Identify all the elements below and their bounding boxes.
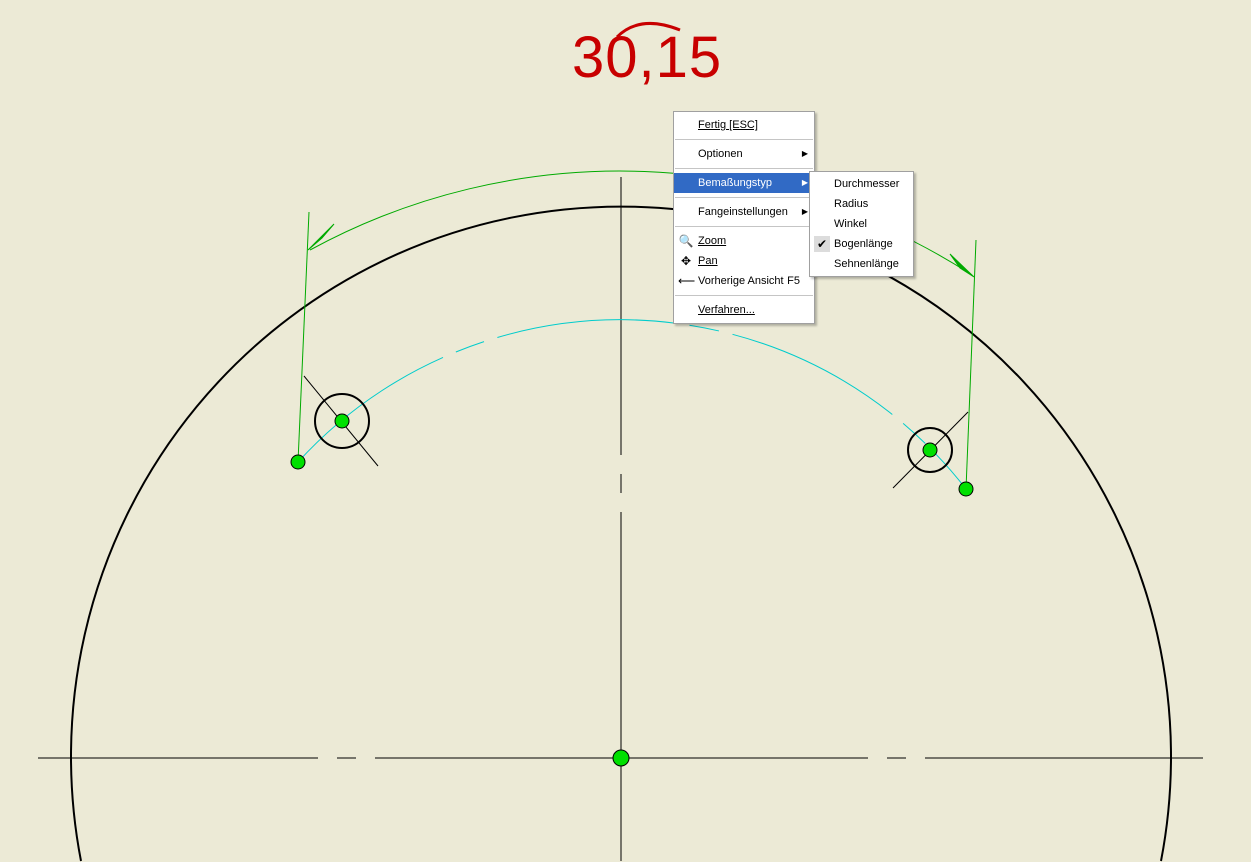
menu-item-fangeinstellungen[interactable]: Fangeinstellungen ▶ <box>674 202 814 222</box>
menu-item-label: Verfahren... <box>698 304 755 316</box>
submenu-arrow-icon: ▶ <box>801 149 808 158</box>
menu-item-label: Fangeinstellungen <box>698 206 788 218</box>
menu-separator <box>675 226 813 227</box>
menu-item-label: Bemaßungstyp <box>698 177 772 189</box>
menu-item-label: Bogenlänge <box>834 238 893 250</box>
menu-item-zoom[interactable]: 🔍 Zoom <box>674 231 814 251</box>
checkmark-icon: ✔ <box>814 236 830 252</box>
menu-item-verfahren[interactable]: Verfahren... <box>674 300 814 320</box>
submenu-item-winkel[interactable]: Winkel <box>810 214 913 234</box>
menu-item-pan[interactable]: ✥ Pan <box>674 251 814 271</box>
menu-item-label: Radius <box>834 198 869 210</box>
menu-separator <box>675 168 813 169</box>
dimension-arrow-left <box>307 223 335 251</box>
menu-item-label: Zoom <box>698 235 727 247</box>
sketch-point <box>334 413 350 429</box>
submenu-item-bogenlaenge[interactable]: ✔ Bogenlänge <box>810 234 913 254</box>
sketch-point <box>290 454 306 470</box>
menu-item-label: Fertig [ESC] <box>698 119 758 131</box>
submenu-item-durchmesser[interactable]: Durchmesser <box>810 174 913 194</box>
submenu-arrow-icon: ▶ <box>801 178 808 187</box>
menu-item-shortcut: F5 <box>787 275 800 287</box>
bemassungstyp-submenu: Durchmesser Radius Winkel ✔ Bogenlänge Se… <box>809 171 914 277</box>
construction-arc <box>297 319 967 490</box>
sketch-canvas[interactable] <box>0 0 1251 862</box>
menu-separator <box>675 197 813 198</box>
sketch-point <box>612 749 630 767</box>
zoom-icon: 🔍 <box>678 234 694 248</box>
menu-item-label: Winkel <box>834 218 868 230</box>
sketch-point <box>922 442 938 458</box>
menu-item-label: Vorherige Ansicht <box>698 275 784 287</box>
menu-item-label: Durchmesser <box>834 178 900 190</box>
menu-item-label: Optionen <box>698 148 743 160</box>
previous-view-icon: ⟵ <box>678 274 696 288</box>
menu-separator <box>675 295 813 296</box>
menu-item-label: Sehnenlänge <box>834 258 899 270</box>
context-menu: Fertig [ESC] Optionen ▶ Bemaßungstyp ▶ Fan… <box>673 111 815 324</box>
menu-item-label: Pan <box>698 255 718 267</box>
submenu-arrow-icon: ▶ <box>801 207 808 216</box>
dimension-arrow-right <box>949 253 975 278</box>
submenu-item-radius[interactable]: Radius <box>810 194 913 214</box>
dimension-value[interactable]: 30,15 <box>572 24 722 91</box>
menu-separator <box>675 139 813 140</box>
sketch-point <box>958 481 974 497</box>
menu-item-fertig[interactable]: Fertig [ESC] <box>674 115 814 135</box>
pan-icon: ✥ <box>680 254 692 268</box>
menu-item-bemassungstyp[interactable]: Bemaßungstyp ▶ <box>674 173 814 193</box>
submenu-item-sehnenlaenge[interactable]: Sehnenlänge <box>810 254 913 274</box>
menu-item-optionen[interactable]: Optionen ▶ <box>674 144 814 164</box>
menu-item-vorherige-ansicht[interactable]: ⟵ Vorherige Ansicht F5 <box>674 271 814 291</box>
